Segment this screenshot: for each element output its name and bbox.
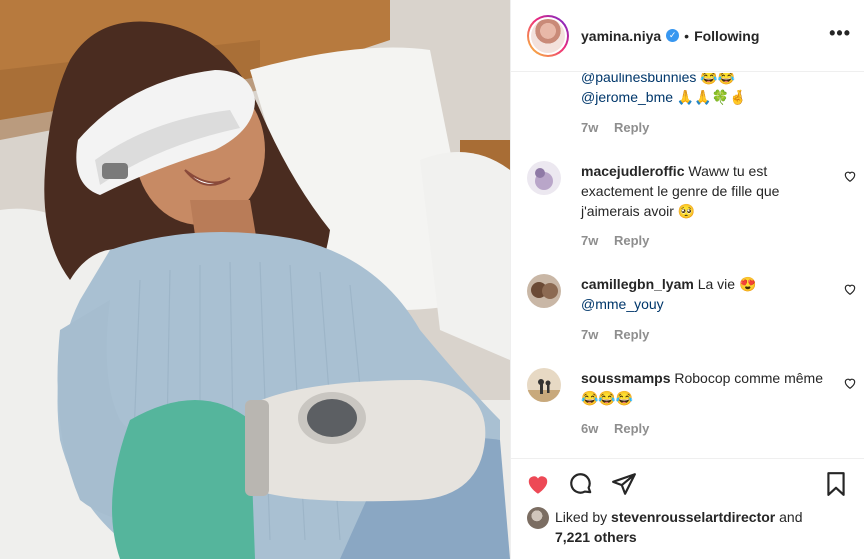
comment-meta: 7w Reply	[581, 233, 649, 248]
comment-meta: 7w Reply	[581, 327, 649, 342]
header-separator: •	[684, 27, 690, 44]
reply-button[interactable]: Reply	[614, 120, 649, 135]
mention-link[interactable]: @mme_youy	[581, 296, 664, 312]
comment-meta: 6w Reply	[581, 421, 649, 436]
post-side-panel: yamina.niya ✓ • Following ••• @paulinesb…	[510, 0, 864, 559]
reply-button[interactable]: Reply	[614, 327, 649, 342]
more-options-icon[interactable]: •••	[829, 24, 851, 42]
likes-count[interactable]: 7,221 others	[555, 529, 637, 545]
comment-age: 7w	[581, 120, 599, 135]
continued-comment-text: @paulinesbunnies 😂😂 @jerome_bme 🙏🙏🍀🤞	[581, 73, 841, 107]
commenter-username[interactable]: camillegbn_lyam	[581, 276, 694, 292]
comments-list[interactable]: @paulinesbunnies 😂😂 @jerome_bme 🙏🙏🍀🤞 7w …	[511, 73, 864, 458]
liked-by-and: and	[779, 509, 803, 525]
mention-link[interactable]: @jerome_bme 🙏🙏🍀🤞	[581, 89, 747, 105]
likes-summary: Liked by stevenrousselartdirector and 7,…	[527, 507, 802, 547]
instagram-post: yamina.niya ✓ • Following ••• @paulinesb…	[0, 0, 864, 559]
comment-age: 6w	[581, 421, 599, 436]
following-button[interactable]: Following	[694, 28, 759, 44]
comment-meta: 7w Reply	[581, 120, 649, 135]
author-username[interactable]: yamina.niya	[581, 28, 661, 44]
comment-icon[interactable]	[568, 471, 594, 497]
verified-badge-icon: ✓	[666, 29, 680, 42]
comment-body: soussmamps Robocop comme même 😂😂😂	[581, 368, 835, 408]
action-bar	[525, 471, 637, 497]
comment-body: macejudleroffic Waww tu est exactement l…	[581, 161, 835, 221]
like-comment-heart-icon[interactable]	[843, 169, 857, 183]
commenter-avatar[interactable]	[527, 368, 561, 402]
like-comment-heart-icon[interactable]	[843, 376, 857, 390]
comment-age: 7w	[581, 327, 599, 342]
author-avatar-image	[531, 18, 565, 53]
liker-username[interactable]: stevenrousselartdirector	[611, 509, 775, 525]
bookmark-icon[interactable]	[823, 471, 849, 497]
comment-body: camillegbn_lyam La vie 😍 @mme_youy	[581, 274, 835, 314]
liked-by-prefix: Liked by	[555, 509, 608, 525]
mention-link[interactable]: @paulinesbunnies 😂😂	[581, 73, 735, 85]
heart-filled-icon[interactable]	[525, 471, 551, 497]
post-actions: Liked by stevenrousselartdirector and 7,…	[511, 458, 864, 559]
post-photo[interactable]	[0, 0, 510, 559]
commenter-username[interactable]: soussmamps	[581, 370, 670, 386]
reply-button[interactable]: Reply	[614, 421, 649, 436]
post-header: yamina.niya ✓ • Following •••	[511, 0, 864, 72]
comment-age: 7w	[581, 233, 599, 248]
author-avatar[interactable]	[527, 14, 569, 57]
photo-illustration	[0, 0, 510, 559]
liker-avatar[interactable]	[527, 507, 549, 529]
reply-button[interactable]: Reply	[614, 233, 649, 248]
commenter-avatar[interactable]	[527, 274, 561, 308]
commenter-avatar[interactable]	[527, 161, 561, 195]
comment-text: La vie 😍	[697, 276, 757, 292]
commenter-username[interactable]: macejudleroffic	[581, 163, 684, 179]
share-icon[interactable]	[611, 471, 637, 497]
like-comment-heart-icon[interactable]	[843, 282, 857, 296]
